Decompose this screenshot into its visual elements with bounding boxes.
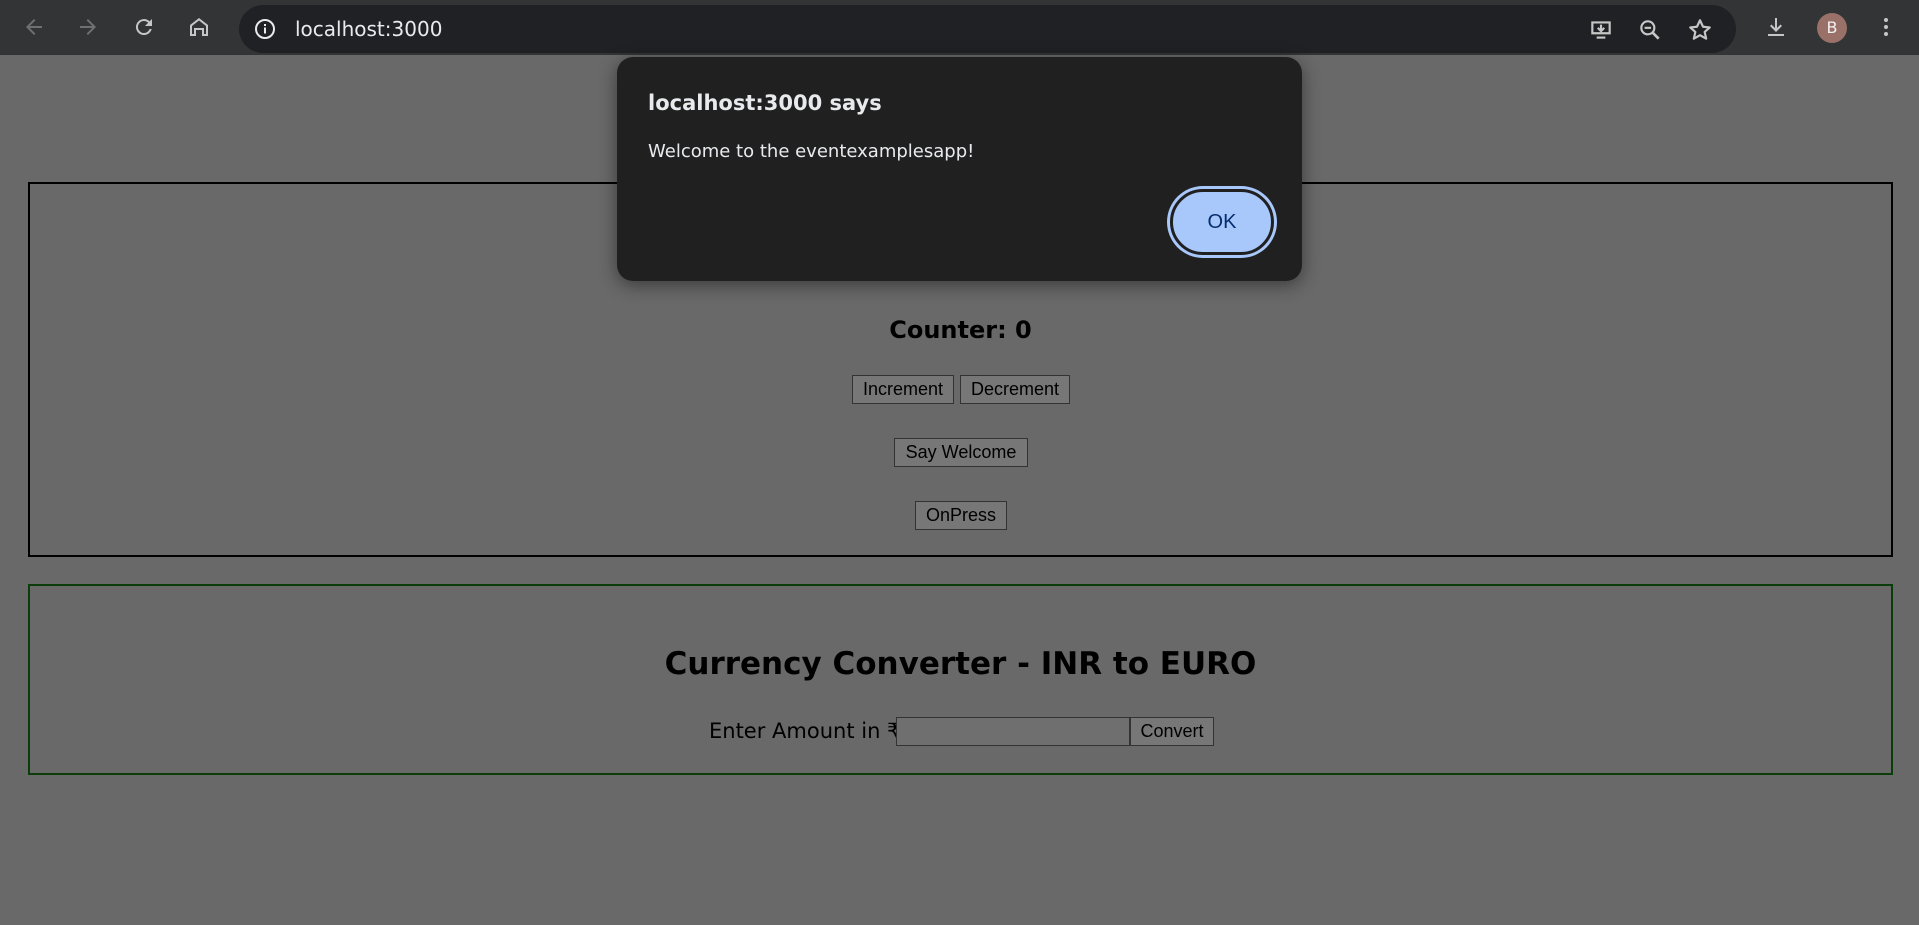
bookmark-star-icon[interactable] xyxy=(1687,17,1713,43)
alert-dialog: localhost:3000 says Welcome to the event… xyxy=(617,57,1302,281)
alert-message: Welcome to the eventexamplesapp! xyxy=(648,141,975,162)
decrement-button[interactable]: Decrement xyxy=(960,375,1070,404)
download-icon[interactable] xyxy=(1760,11,1792,43)
home-icon[interactable] xyxy=(183,11,215,43)
say-welcome-button[interactable]: Say Welcome xyxy=(894,438,1028,467)
browser-toolbar: localhost:3000 B xyxy=(0,0,1919,55)
converter-title: Currency Converter - INR to EURO xyxy=(664,646,1257,682)
site-info-icon[interactable] xyxy=(253,17,277,41)
counter-heading: Counter: 0 xyxy=(889,316,1032,344)
zoom-icon[interactable] xyxy=(1637,17,1663,43)
ok-button[interactable]: OK xyxy=(1170,189,1274,255)
alert-title: localhost:3000 says xyxy=(648,91,882,115)
url-text: localhost:3000 xyxy=(295,17,443,41)
back-icon[interactable] xyxy=(18,11,50,43)
menu-dots-icon[interactable] xyxy=(1870,11,1902,43)
forward-icon[interactable] xyxy=(72,11,104,43)
increment-button[interactable]: Increment xyxy=(852,375,954,404)
profile-avatar[interactable]: B xyxy=(1817,13,1847,43)
converter-row: Enter Amount in ₹: Convert xyxy=(30,717,1891,747)
convert-button[interactable]: Convert xyxy=(1130,717,1214,746)
amount-input[interactable] xyxy=(896,717,1130,746)
onpress-button[interactable]: OnPress xyxy=(915,501,1007,530)
address-bar[interactable]: localhost:3000 xyxy=(239,5,1736,53)
install-app-icon[interactable] xyxy=(1588,17,1614,43)
reload-icon[interactable] xyxy=(128,11,160,43)
currency-converter-panel: Currency Converter - INR to EURO Enter A… xyxy=(28,584,1893,775)
amount-label: Enter Amount in ₹: xyxy=(709,719,908,743)
